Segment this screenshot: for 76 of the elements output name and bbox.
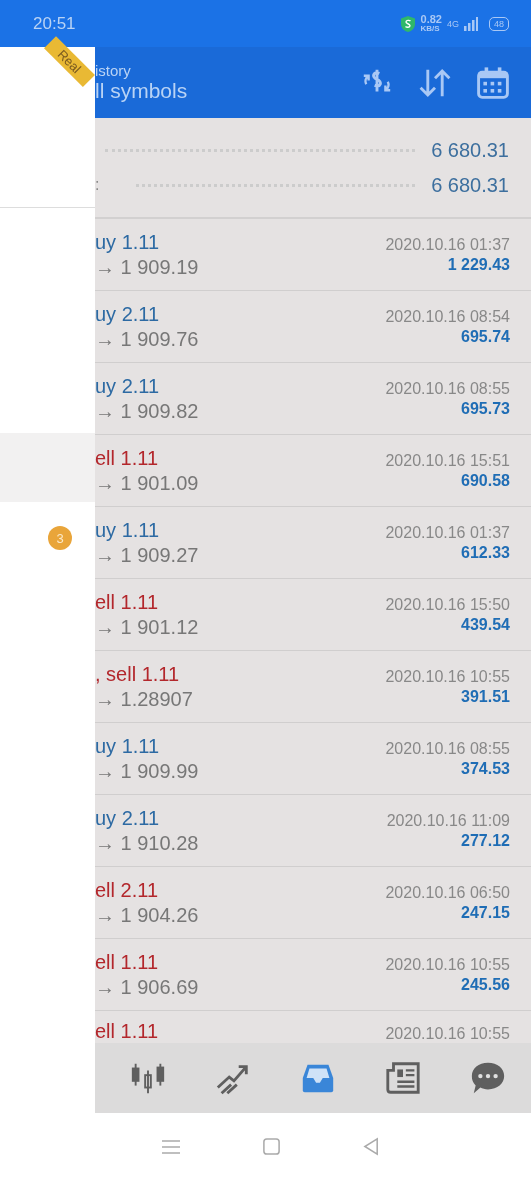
calendar-icon[interactable] <box>475 64 511 101</box>
trade-time: 2020.10.16 08:54 <box>385 307 510 326</box>
symbol-filter[interactable]: ll symbols <box>95 79 337 103</box>
trade-time: 2020.10.16 06:50 <box>385 883 510 902</box>
trade-profit: 245.56 <box>461 975 510 994</box>
menu-icon[interactable] <box>160 1138 181 1155</box>
trade-title: uy 1.11 <box>95 734 161 758</box>
trade-profit: 695.74 <box>461 327 510 346</box>
trade-row[interactable]: uy 1.11 → 1 909.99 2020.10.16 08:55 374.53 <box>95 723 531 795</box>
newspaper-icon[interactable] <box>384 1059 423 1097</box>
trade-prices: → 1 901.12 <box>95 615 199 639</box>
trade-row[interactable]: uy 1.11 → 1 909.19 2020.10.16 01:37 1 229.43 <box>95 219 531 291</box>
trade-row[interactable]: uy 2.11 → 1 909.76 2020.10.16 08:54 695.74 <box>95 291 531 363</box>
back-icon[interactable] <box>361 1137 381 1156</box>
trade-time: 2020.10.16 08:55 <box>385 379 510 398</box>
trade-time: 2020.10.16 10:55 <box>385 667 510 686</box>
trade-title: ell 1.11 <box>95 446 159 470</box>
trade-row[interactable]: ell 1.11 → 1 906.69 2020.10.16 10:55 245.56 <box>95 939 531 1011</box>
trade-profit: 690.58 <box>461 471 510 490</box>
trade-prices: → 1 909.76 <box>95 327 199 351</box>
trade-title: ell 2.11 <box>95 878 159 902</box>
summary-value: 6 680.31 <box>431 138 509 162</box>
summary-value: 6 680.31 <box>431 173 509 197</box>
trade-time: 2020.10.16 11:09 <box>386 811 510 830</box>
trade-row[interactable]: ell 1.11 → 1 901.12 2020.10.16 15:50 439.54 <box>95 579 531 651</box>
speed-value: 0.82 <box>420 14 442 25</box>
trade-title: uy 2.11 <box>95 302 161 326</box>
trade-title: uy 1.11 <box>95 230 161 254</box>
trade-prices: → 1 906.69 <box>95 975 199 999</box>
home-icon[interactable] <box>261 1137 281 1156</box>
trade-row[interactable]: ell 2.11 → 1 904.26 2020.10.16 06:50 247.15 <box>95 867 531 939</box>
trade-prices: → 1 909.27 <box>95 543 199 567</box>
trade-prices: → 1 909.99 <box>95 759 199 783</box>
trade-time: 2020.10.16 01:37 <box>385 235 510 254</box>
trade-title: uy 2.11 <box>95 806 161 830</box>
trade-row[interactable]: ell 1.11 2020.10.16 10:55 <box>95 1011 531 1043</box>
trade-row[interactable]: uy 2.11 → 1 910.28 2020.10.16 11:09 277.12 <box>95 795 531 867</box>
trade-row[interactable]: uy 2.11 → 1 909.82 2020.10.16 08:55 695.73 <box>95 363 531 435</box>
clock-time: 20:51 <box>33 13 76 34</box>
trade-title: uy 2.11 <box>95 374 161 398</box>
trade-time: 2020.10.16 01:37 <box>385 523 510 542</box>
trade-time: 2020.10.16 10:55 <box>385 1025 510 1043</box>
trade-prices: → 1 910.28 <box>95 831 199 855</box>
trade-profit: 391.51 <box>461 687 510 706</box>
trade-prices: → 1 909.82 <box>95 399 199 423</box>
trade-title: ell 1.11 <box>95 950 159 974</box>
trade-time: 2020.10.16 15:50 <box>385 595 510 614</box>
trade-profit: 612.33 <box>461 543 510 562</box>
trade-row[interactable]: ell 1.11 → 1 901.09 2020.10.16 15:51 690.58 <box>95 435 531 507</box>
trade-title: ell 1.11 <box>95 1020 158 1043</box>
trade-prices: → 1 904.26 <box>95 903 199 927</box>
summary-label: : <box>95 176 101 194</box>
trade-profit: 439.54 <box>461 615 510 634</box>
trade-time: 2020.10.16 08:55 <box>385 739 510 758</box>
trade-time: 2020.10.16 15:51 <box>385 451 510 470</box>
trade-prices: → 1 901.09 <box>95 471 199 495</box>
trade-profit: 1 229.43 <box>447 255 510 274</box>
trade-title: uy 1.11 <box>95 518 161 542</box>
network-type: 4G <box>446 18 459 29</box>
count-badge: 3 <box>48 526 72 550</box>
trade-profit: 277.12 <box>461 831 510 850</box>
trade-row[interactable]: , sell 1.11 → 1.28907 2020.10.16 10:55 391.51 <box>95 651 531 723</box>
header-title: istory <box>95 62 132 79</box>
signal-icon <box>464 16 478 31</box>
trade-time: 2020.10.16 10:55 <box>385 955 510 974</box>
trade-row[interactable]: uy 1.11 → 1 909.27 2020.10.16 01:37 612.33 <box>95 507 531 579</box>
trade-title: ell 1.11 <box>95 590 159 614</box>
speed-unit: KB/S <box>420 25 441 33</box>
trade-prices: → 1.28907 <box>95 687 193 711</box>
trade-prices: → 1 909.19 <box>95 255 199 279</box>
trade-title: , sell 1.11 <box>95 662 181 686</box>
shield-icon <box>399 14 416 33</box>
trade-profit: 374.53 <box>461 759 510 778</box>
battery-level: 48 <box>489 16 509 31</box>
trade-profit: 247.15 <box>461 903 510 922</box>
trade-profit: 695.73 <box>461 399 510 418</box>
